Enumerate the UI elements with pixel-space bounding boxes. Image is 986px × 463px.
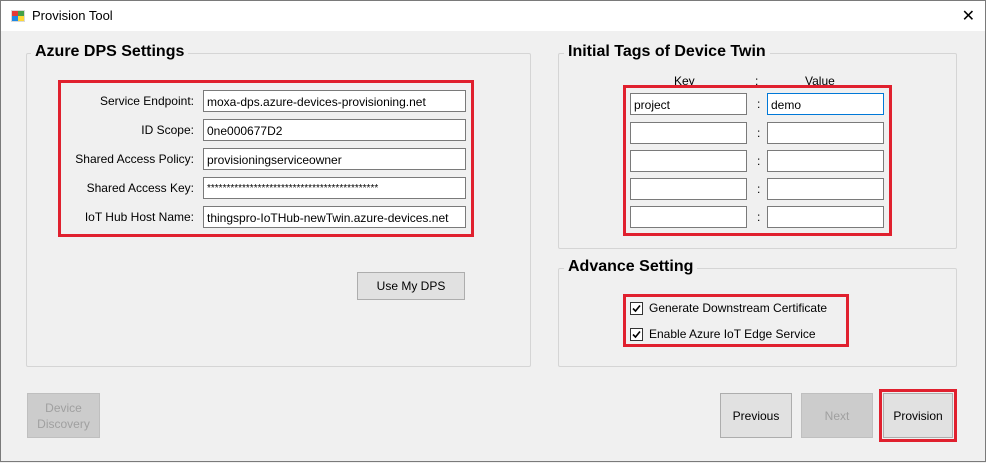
device-discovery-label-line1: Device xyxy=(45,400,82,415)
previous-button[interactable]: Previous xyxy=(720,393,792,438)
tags-highlight xyxy=(623,85,892,236)
close-icon[interactable]: ✕ xyxy=(962,6,975,26)
provision-highlight xyxy=(879,389,957,442)
device-discovery-label-line2: Discovery xyxy=(37,416,90,431)
use-my-dps-button[interactable]: Use My DPS xyxy=(357,272,465,300)
title-bar: Provision Tool ✕ xyxy=(0,0,986,31)
next-button[interactable]: Next xyxy=(801,393,873,438)
dps-settings-title: Azure DPS Settings xyxy=(31,43,189,61)
dps-fields-highlight xyxy=(58,80,474,237)
advance-setting-title: Advance Setting xyxy=(564,258,698,276)
window-title: Provision Tool xyxy=(32,8,113,23)
app-icon xyxy=(11,10,25,22)
tags-title: Initial Tags of Device Twin xyxy=(564,43,770,61)
device-discovery-button[interactable]: Device Discovery xyxy=(27,393,100,438)
advance-setting-highlight xyxy=(623,294,849,347)
